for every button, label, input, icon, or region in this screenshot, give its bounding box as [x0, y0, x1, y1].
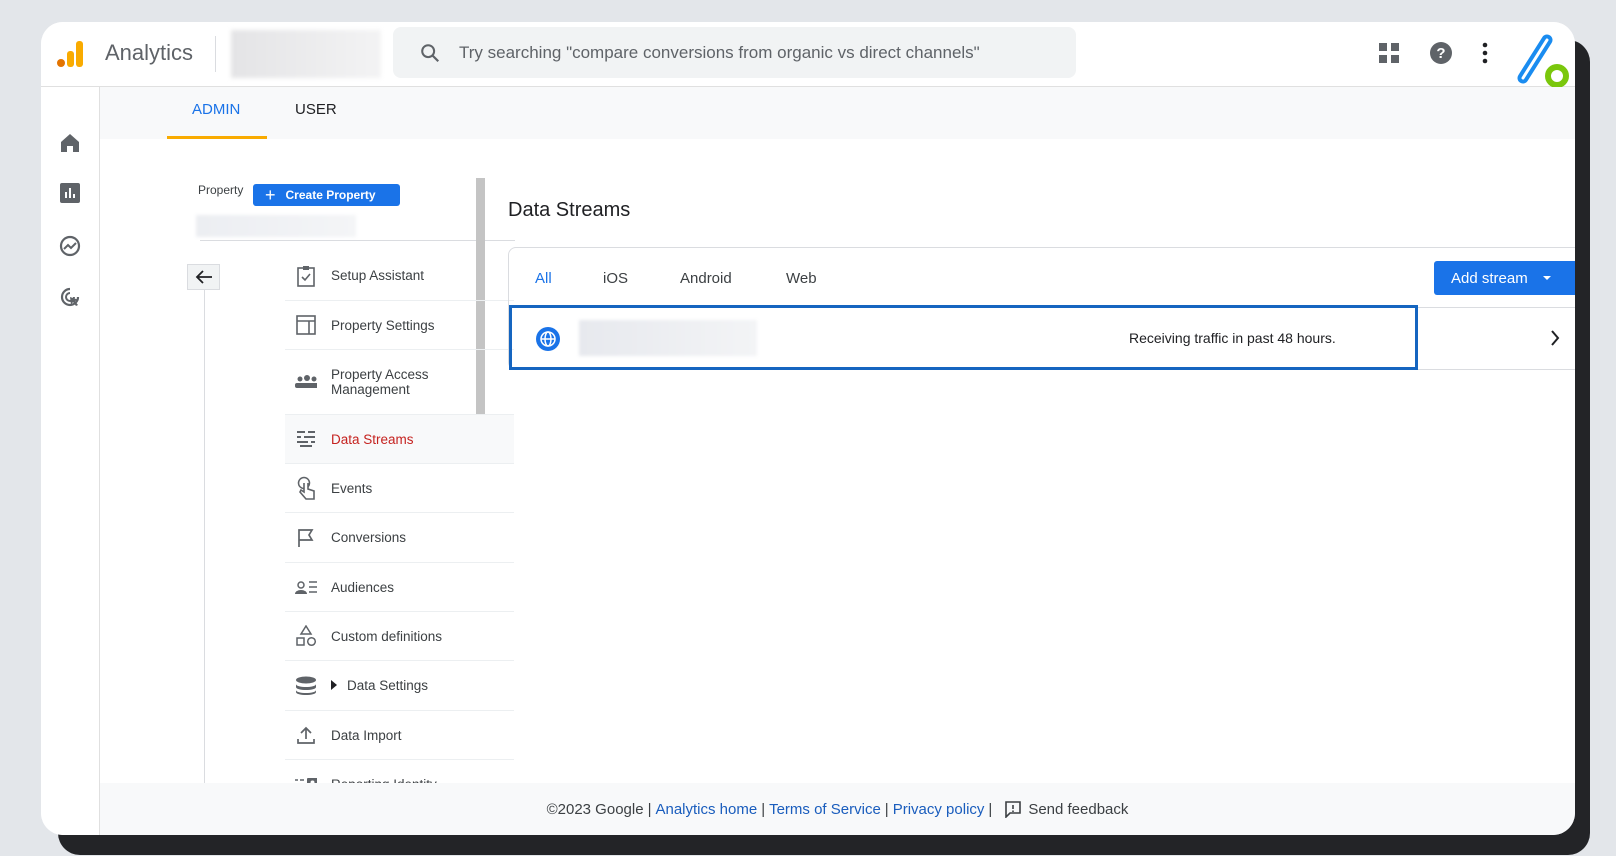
brand-watermark-icon	[1517, 34, 1569, 88]
tab-user-label: USER	[295, 101, 337, 118]
menu-item-property-settings[interactable]: Property Settings	[285, 301, 514, 350]
tab-admin-label: ADMIN	[192, 101, 241, 118]
clipboard-check-icon	[295, 265, 317, 287]
globe-icon	[536, 327, 560, 351]
svg-text:?: ?	[1436, 45, 1445, 62]
menu-item-conversions[interactable]: Conversions	[285, 513, 514, 563]
shapes-icon	[295, 625, 317, 647]
separator: |	[988, 800, 993, 818]
stream-tab-ios[interactable]: iOS	[603, 270, 628, 287]
property-label: Property	[198, 183, 244, 197]
apps-grid-icon[interactable]	[1379, 43, 1399, 63]
create-property-button[interactable]: + Create Property	[253, 184, 400, 206]
home-icon[interactable]	[60, 133, 80, 153]
menu-item-setup-assistant[interactable]: Setup Assistant	[285, 251, 514, 301]
terms-link[interactable]: Terms of Service	[769, 801, 881, 818]
menu-item-label: Events	[331, 480, 373, 496]
separator: |	[761, 800, 766, 818]
streams-icon	[295, 430, 317, 448]
menu-item-label: Custom definitions	[331, 628, 443, 644]
menu-item-label: Setup Assistant	[331, 268, 425, 283]
create-property-label: Create Property	[285, 188, 376, 202]
back-button[interactable]	[187, 264, 220, 290]
menu-item-data-streams[interactable]: Data Streams	[285, 415, 514, 464]
expand-caret-icon[interactable]	[331, 678, 337, 693]
database-icon	[295, 676, 317, 696]
analytics-home-link[interactable]: Analytics home	[655, 801, 757, 818]
flag-icon	[295, 528, 317, 548]
separator: |	[884, 800, 889, 818]
add-stream-button[interactable]: Add stream	[1434, 261, 1575, 295]
advertising-icon[interactable]	[59, 286, 81, 308]
menu-item-custom-definitions[interactable]: Custom definitions	[285, 612, 514, 661]
app-name: Analytics	[105, 40, 194, 65]
streams-card: All iOS Android Web Add stream Receiving…	[508, 247, 1575, 370]
stream-name-redacted	[579, 320, 757, 356]
page-title: Data Streams	[508, 199, 631, 221]
menu-item-label: Conversions	[331, 530, 407, 545]
upload-icon	[295, 725, 317, 745]
chevron-right-icon[interactable]	[1550, 330, 1560, 346]
admin-user-tabs: ADMIN USER	[100, 87, 1575, 139]
menu-item-label: Audiences	[331, 579, 395, 595]
privacy-link[interactable]: Privacy policy	[893, 801, 985, 818]
admin-panel: Property + Create Property Setup Assistan…	[126, 139, 1575, 809]
arrow-left-icon	[195, 270, 212, 284]
menu-item-label: Data Streams	[331, 431, 414, 447]
add-stream-label: Add stream	[1451, 269, 1528, 287]
menu-item-audiences[interactable]: Audiences	[285, 563, 514, 612]
tab-user[interactable]: USER	[285, 87, 355, 139]
menu-item-label: Data Import	[331, 727, 402, 743]
menu-item-label: Property Access Management	[331, 367, 429, 397]
separator: |	[647, 800, 652, 818]
reports-icon[interactable]	[60, 183, 80, 203]
menu-item-data-import[interactable]: Data Import	[285, 711, 514, 760]
send-feedback-button[interactable]: Send feedback	[1004, 800, 1128, 818]
tab-admin[interactable]: ADMIN	[167, 87, 267, 139]
stream-tab-all[interactable]: All	[535, 270, 552, 287]
divider	[215, 36, 216, 72]
plus-icon: +	[265, 185, 276, 205]
layout-icon	[295, 315, 317, 335]
feedback-icon	[1005, 801, 1022, 818]
menu-item-label: Property Settings	[331, 317, 435, 333]
stream-row[interactable]: Receiving traffic in past 48 hours.	[509, 305, 1418, 370]
send-feedback-label: Send feedback	[1028, 800, 1129, 818]
tree-line	[204, 279, 205, 783]
stream-tab-web[interactable]: Web	[786, 270, 817, 287]
menu-item-data-settings[interactable]: Data Settings	[285, 661, 514, 711]
menu-item-label: Data Settings	[347, 678, 429, 693]
explore-icon[interactable]	[59, 235, 81, 257]
copyright: ©2023 Google	[546, 800, 644, 818]
help-icon[interactable]: ?	[1429, 41, 1453, 65]
analytics-logo-icon	[57, 41, 83, 67]
more-vert-icon[interactable]	[1482, 42, 1488, 64]
touch-icon	[295, 476, 317, 500]
menu-item-events[interactable]: Events	[285, 464, 514, 513]
left-nav-rail	[41, 87, 100, 835]
account-selector-redacted[interactable]	[231, 30, 381, 78]
top-bar: Analytics Try searching "compare convers…	[41, 22, 1575, 88]
app-window: Analytics Try searching "compare convers…	[41, 22, 1575, 835]
stream-tab-android[interactable]: Android	[680, 270, 732, 287]
search-input[interactable]: Try searching "compare conversions from …	[393, 27, 1076, 78]
property-selector-redacted[interactable]	[196, 215, 356, 237]
divider	[200, 240, 515, 241]
people-icon	[295, 375, 317, 389]
search-placeholder: Try searching "compare conversions from …	[459, 42, 980, 62]
search-icon	[421, 43, 440, 62]
footer: ©2023 Google | Analytics home | Terms of S…	[100, 783, 1575, 835]
caret-down-icon	[1542, 276, 1551, 280]
stream-status: Receiving traffic in past 48 hours.	[1129, 330, 1336, 346]
menu-item-property-access-management[interactable]: Property Access Management	[285, 350, 514, 415]
audience-icon	[295, 579, 317, 595]
